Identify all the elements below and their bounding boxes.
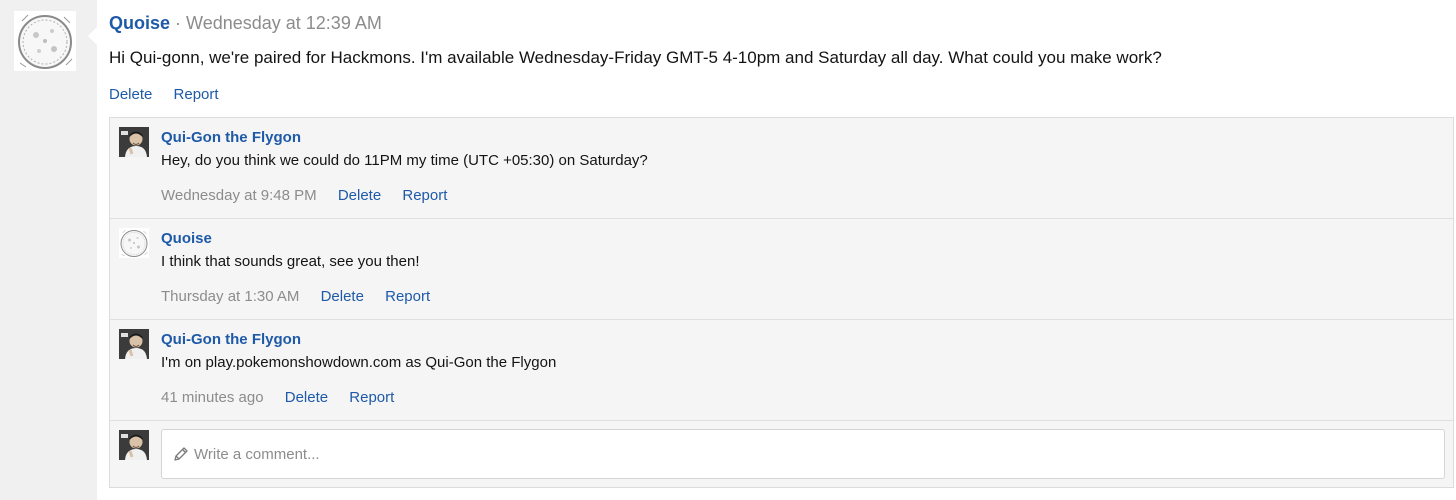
- man-photo-avatar[interactable]: [119, 329, 149, 359]
- comment-report-link[interactable]: Report: [385, 288, 430, 305]
- post-message: Hi Qui-gonn, we're paired for Hackmons. …: [109, 48, 1162, 67]
- pencil-icon: [174, 447, 188, 461]
- comment-timestamp[interactable]: 41 minutes ago: [161, 389, 264, 406]
- comment-delete-link[interactable]: Delete: [321, 288, 364, 305]
- current-user-avatar: [119, 430, 149, 460]
- comment-timestamp[interactable]: Thursday at 1:30 AM: [161, 288, 299, 305]
- comment-meta: Wednesday at 9:48 PM Delete Report: [161, 187, 464, 204]
- comment-timestamp[interactable]: Wednesday at 9:48 PM: [161, 187, 317, 204]
- comment-author-link[interactable]: Quoise: [161, 230, 212, 247]
- comment-meta: Thursday at 1:30 AM Delete Report: [161, 288, 447, 305]
- post-actions: Delete Report: [109, 86, 236, 103]
- post-separator: ·: [175, 13, 182, 33]
- post-pointer: [88, 26, 98, 46]
- left-gutter: [0, 0, 97, 500]
- comment-text: Hey, do you think we could do 11PM my ti…: [161, 152, 648, 169]
- comment-meta: 41 minutes ago Delete Report: [161, 389, 411, 406]
- comment-author-link[interactable]: Qui-Gon the Flygon: [161, 129, 301, 146]
- post-report-link[interactable]: Report: [174, 86, 219, 103]
- comment-report-link[interactable]: Report: [402, 187, 447, 204]
- comment-item: Quoise I think that sounds great, see yo…: [110, 219, 1453, 320]
- post-author-avatar[interactable]: [14, 11, 76, 71]
- comment-input[interactable]: Write a comment...: [161, 429, 1445, 479]
- comment-author-link[interactable]: Qui-Gon the Flygon: [161, 331, 301, 348]
- comment-item: Qui-Gon the Flygon Hey, do you think we …: [110, 118, 1453, 219]
- comment-text: I'm on play.pokemonshowdown.com as Qui-G…: [161, 354, 557, 371]
- post-author-link[interactable]: Quoise: [109, 13, 170, 33]
- reply-row: Write a comment...: [110, 421, 1453, 488]
- sketch-circle-avatar[interactable]: [119, 228, 149, 258]
- post-delete-link[interactable]: Delete: [109, 86, 152, 103]
- comment-item: Qui-Gon the Flygon I'm on play.pokemonsh…: [110, 320, 1453, 421]
- comment-input-placeholder: Write a comment...: [194, 445, 320, 463]
- comment-text: I think that sounds great, see you then!: [161, 253, 420, 270]
- comment-delete-link[interactable]: Delete: [338, 187, 381, 204]
- comment-report-link[interactable]: Report: [349, 389, 394, 406]
- comments-panel: Qui-Gon the Flygon Hey, do you think we …: [109, 117, 1454, 488]
- post-timestamp[interactable]: Wednesday at 12:39 AM: [186, 13, 382, 33]
- post-header: Quoise · Wednesday at 12:39 AM: [109, 13, 382, 34]
- comment-delete-link[interactable]: Delete: [285, 389, 328, 406]
- man-photo-avatar[interactable]: [119, 127, 149, 157]
